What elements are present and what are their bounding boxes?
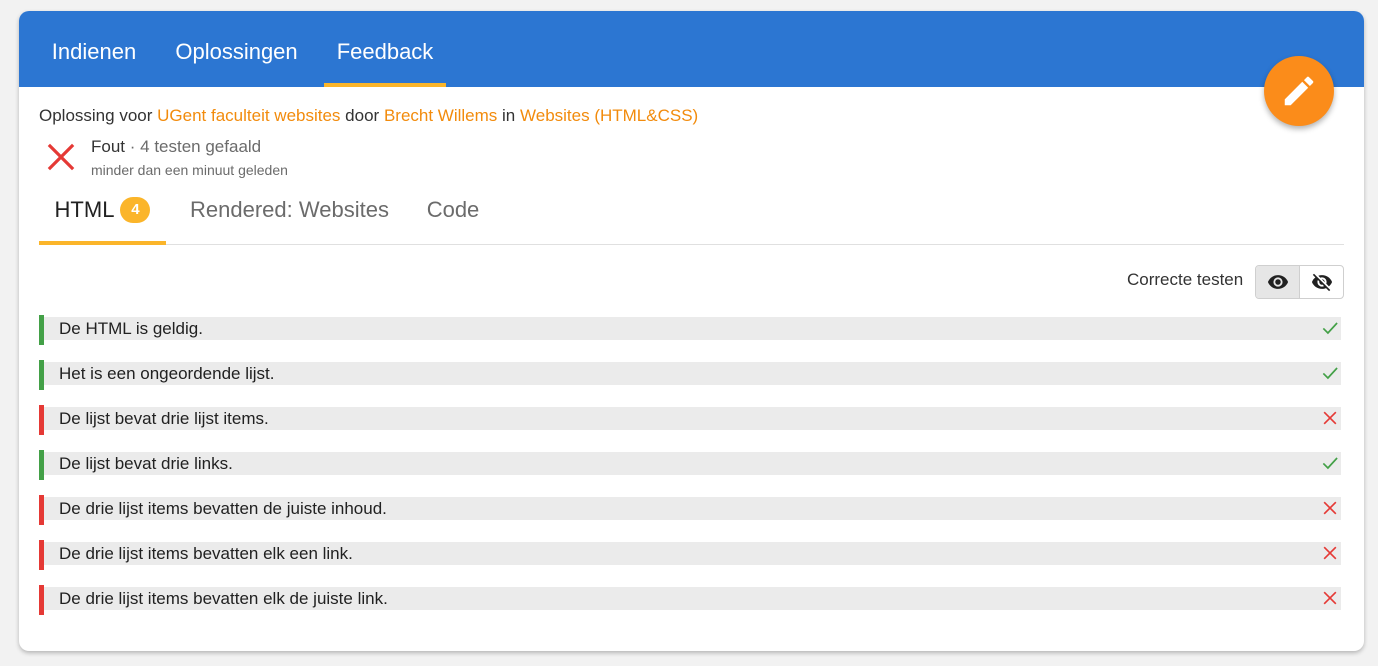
error-x-icon (46, 142, 76, 177)
test-description: De HTML is geldig. (59, 319, 203, 338)
test-row: De drie lijst items bevatten de juiste i… (39, 495, 1341, 525)
test-list: De HTML is geldig. Het is een ongeordend… (39, 315, 1341, 630)
status-timestamp: minder dan een minuut geleden (91, 162, 288, 178)
tab-html-label: HTML (54, 197, 115, 222)
pencil-icon (1284, 76, 1314, 106)
user-link[interactable]: Brecht Willems (384, 106, 497, 125)
tab-oplossingen[interactable]: Oplossingen (162, 11, 311, 87)
check-icon (1320, 363, 1340, 388)
correct-tests-label: Correcte testen (1127, 270, 1244, 289)
test-description: De drie lijst items bevatten elk de juis… (59, 589, 388, 608)
test-row: De lijst bevat drie lijst items. (39, 405, 1341, 435)
test-row: De lijst bevat drie links. (39, 450, 1341, 480)
check-icon (1320, 318, 1340, 343)
test-row: Het is een ongeordende lijst. (39, 360, 1341, 390)
edit-button[interactable] (1264, 56, 1334, 126)
tab-feedback[interactable]: Feedback (324, 11, 446, 87)
status-detail: 4 testen gefaald (140, 137, 262, 156)
test-description: De lijst bevat drie lijst items. (59, 409, 269, 428)
tab-code[interactable]: Code (416, 187, 490, 244)
test-description: De drie lijst items bevatten de juiste i… (59, 499, 387, 518)
test-body: Het is een ongeordende lijst. (44, 362, 1341, 385)
hide-correct-tests-button[interactable] (1300, 266, 1343, 298)
test-description: De lijst bevat drie links. (59, 454, 233, 473)
test-description: De drie lijst items bevatten elk een lin… (59, 544, 353, 563)
test-row: De drie lijst items bevatten elk de juis… (39, 585, 1341, 615)
test-body: De drie lijst items bevatten de juiste i… (44, 497, 1341, 520)
failed-count-badge: 4 (120, 197, 151, 223)
feedback-card: Indienen Oplossingen Feedback Oplossing … (19, 11, 1364, 651)
test-body: De drie lijst items bevatten elk de juis… (44, 587, 1341, 610)
status-separator: · (125, 137, 141, 156)
status-label: Fout (91, 137, 126, 156)
exercise-link[interactable]: UGent faculteit websites (157, 106, 340, 125)
eye-icon (1267, 275, 1288, 289)
submission-prefix: Oplossing voor (39, 106, 153, 125)
cross-icon (1320, 588, 1340, 613)
cross-icon (1320, 498, 1340, 523)
test-row: De drie lijst items bevatten elk een lin… (39, 540, 1341, 570)
test-body: De lijst bevat drie links. (44, 452, 1341, 475)
submission-by: door (345, 106, 380, 125)
submission-in: in (502, 106, 516, 125)
top-navigation-bar: Indienen Oplossingen Feedback (19, 11, 1364, 87)
check-icon (1320, 453, 1340, 478)
tab-indienen[interactable]: Indienen (39, 11, 149, 87)
eye-off-icon (1311, 273, 1332, 292)
cross-icon (1320, 408, 1340, 433)
test-body: De drie lijst items bevatten elk een lin… (44, 542, 1341, 565)
correct-tests-toggle (1255, 265, 1344, 299)
test-description: Het is een ongeordende lijst. (59, 364, 275, 383)
feedback-tabs: HTML 4 Rendered: Websites Code (39, 187, 1344, 245)
test-row: De HTML is geldig. (39, 315, 1341, 345)
test-body: De HTML is geldig. (44, 317, 1341, 340)
tab-html[interactable]: HTML 4 (39, 187, 166, 245)
show-correct-tests-button[interactable] (1256, 266, 1300, 298)
cross-icon (1320, 543, 1340, 568)
tab-rendered-websites[interactable]: Rendered: Websites (181, 187, 398, 244)
course-link[interactable]: Websites (HTML&CSS) (520, 106, 698, 125)
submission-info: Oplossing voor UGent faculteit websites … (39, 106, 698, 126)
test-body: De lijst bevat drie lijst items. (44, 407, 1341, 430)
status-summary: Fout · 4 testen gefaald (91, 137, 261, 157)
